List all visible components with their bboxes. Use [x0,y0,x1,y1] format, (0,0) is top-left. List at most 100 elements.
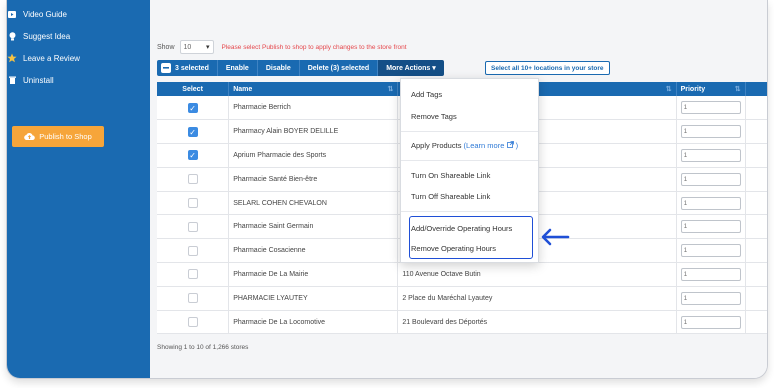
extra-cell [745,238,767,264]
row-checkbox[interactable] [187,221,198,232]
arrow-left-icon [540,228,570,246]
extra-cell [745,96,767,121]
select-cell [157,286,230,311]
extra-cell [745,262,767,287]
table-row: PHARMACIE LYAUTEY 2 Place du Maréchal Lya… [157,286,767,311]
apply-products-label: Apply Products [411,141,462,150]
learn-more-link[interactable]: (Learn more ) [464,141,519,150]
sidebar-item-label: Leave a Review [23,53,80,63]
minus-checkbox-icon [161,63,171,73]
page-size-select[interactable]: 10 ▾ [179,40,214,54]
extra-cell [745,191,767,216]
row-checkbox[interactable]: ✓ [187,126,198,137]
select-all-locations-button[interactable]: Select all 10+ locations in your store [485,61,610,75]
row-checkbox[interactable] [187,198,198,209]
publish-to-shop-button[interactable]: Publish to Shop [12,126,104,147]
select-cell [157,191,230,216]
priority-cell: 1 [676,143,746,168]
selected-count-button[interactable]: 3 selected [157,60,218,76]
column-header-priority[interactable]: Priority ⇅ [676,82,746,96]
menu-item-turn-on-shareable-link[interactable]: Turn On Shareable Link [411,171,490,180]
upload-cloud-icon [24,132,36,142]
publish-warning: Please select Publish to shop to apply c… [221,43,407,51]
sidebar-item-uninstall[interactable]: Uninstall [7,70,54,90]
priority-input[interactable]: 1 [680,291,741,305]
select-cell [157,214,230,240]
name-cell: Pharmacy Alain BOYER DELILLE [228,119,399,145]
name-cell: Pharmacie De La Locomotive [228,310,399,335]
highlight-annotation-box [409,216,533,259]
show-entries-row: Show 10 ▾ Please select Publish to shop … [157,40,407,54]
extra-cell [745,310,767,335]
row-checkbox[interactable] [187,245,198,256]
priority-input[interactable]: 1 [680,148,741,162]
sort-icon: ⇅ [734,86,741,93]
learn-more-label: (Learn more [463,141,505,150]
column-header-name-label: Name [233,85,253,93]
row-checkbox[interactable]: ✓ [187,150,198,161]
select-cell: ✓ [157,143,230,168]
sidebar-item-leave-review[interactable]: Leave a Review [7,48,80,68]
sidebar-item-label: Suggest Idea [23,31,71,41]
sort-icon: ⇅ [387,86,394,93]
name-cell: Pharmacie Santé Bien-être [228,167,399,192]
table-footer-summary: Showing 1 to 10 of 1,266 stores [157,344,249,351]
select-cell: ✓ [157,119,230,145]
app-window: Video Guide Suggest Idea Leave a Review … [6,0,768,379]
priority-cell: 1 [676,214,746,240]
column-header-priority-label: Priority [680,85,706,93]
column-header-extra [745,82,767,96]
menu-item-turn-off-shareable-link[interactable]: Turn Off Shareable Link [411,192,490,201]
column-header-name[interactable]: Name ⇅ [228,82,399,96]
sidebar-item-suggest-idea[interactable]: Suggest Idea [7,26,70,46]
priority-cell: 1 [676,119,746,145]
name-cell: Aprium Pharmacie des Sports [228,143,399,168]
select-cell [157,167,230,192]
row-checkbox[interactable] [187,317,198,328]
menu-divider [401,160,538,161]
row-checkbox[interactable] [187,174,198,185]
priority-cell: 1 [676,238,746,264]
menu-item-apply-products[interactable]: Apply Products (Learn more ) [411,141,518,150]
chevron-down-icon: ▾ [206,44,210,51]
name-cell: Pharmacie De La Mairie [228,262,399,287]
select-cell [157,310,230,335]
priority-input[interactable]: 1 [680,125,741,139]
address-cell: 2 Place du Maréchal Lyautey [397,286,677,311]
menu-item-add-tags[interactable]: Add Tags [411,90,442,99]
extra-cell [745,214,767,240]
menu-divider [401,131,538,132]
extra-cell [745,119,767,145]
page-size-value: 10 [183,43,192,51]
sidebar: Video Guide Suggest Idea Leave a Review … [7,0,150,378]
priority-cell: 1 [676,286,746,311]
priority-input[interactable]: 1 [680,267,741,281]
priority-input[interactable]: 1 [680,315,741,329]
row-checkbox[interactable] [187,293,198,304]
row-checkbox[interactable] [187,269,198,280]
sidebar-item-video-guide[interactable]: Video Guide [7,4,67,24]
address-cell: 110 Avenue Octave Butin [397,262,677,287]
disable-button[interactable]: Disable [257,60,300,76]
priority-input[interactable]: 1 [680,196,741,210]
lightbulb-icon [7,31,17,41]
selected-count-label: 3 selected [175,64,209,72]
name-cell: Pharmacie Cosacienne [228,238,399,264]
extra-cell [745,167,767,192]
column-header-select[interactable]: Select [157,82,230,96]
extra-cell [745,143,767,168]
name-cell: SELARL COHEN CHEVALON [228,191,399,216]
priority-input[interactable]: 1 [680,220,741,234]
priority-input[interactable]: 1 [680,101,741,115]
external-link-icon [506,141,516,150]
priority-input[interactable]: 1 [680,244,741,258]
row-checkbox[interactable]: ✓ [187,102,198,113]
enable-button[interactable]: Enable [217,60,258,76]
more-actions-button[interactable]: More Actions ▾ [378,60,444,76]
priority-input[interactable]: 1 [680,172,741,186]
trash-icon [7,75,17,85]
priority-cell: 1 [676,167,746,192]
menu-item-remove-tags[interactable]: Remove Tags [411,112,457,121]
name-cell: PHARMACIE LYAUTEY [228,286,399,311]
delete-selected-button[interactable]: Delete (3) selected [299,60,379,76]
